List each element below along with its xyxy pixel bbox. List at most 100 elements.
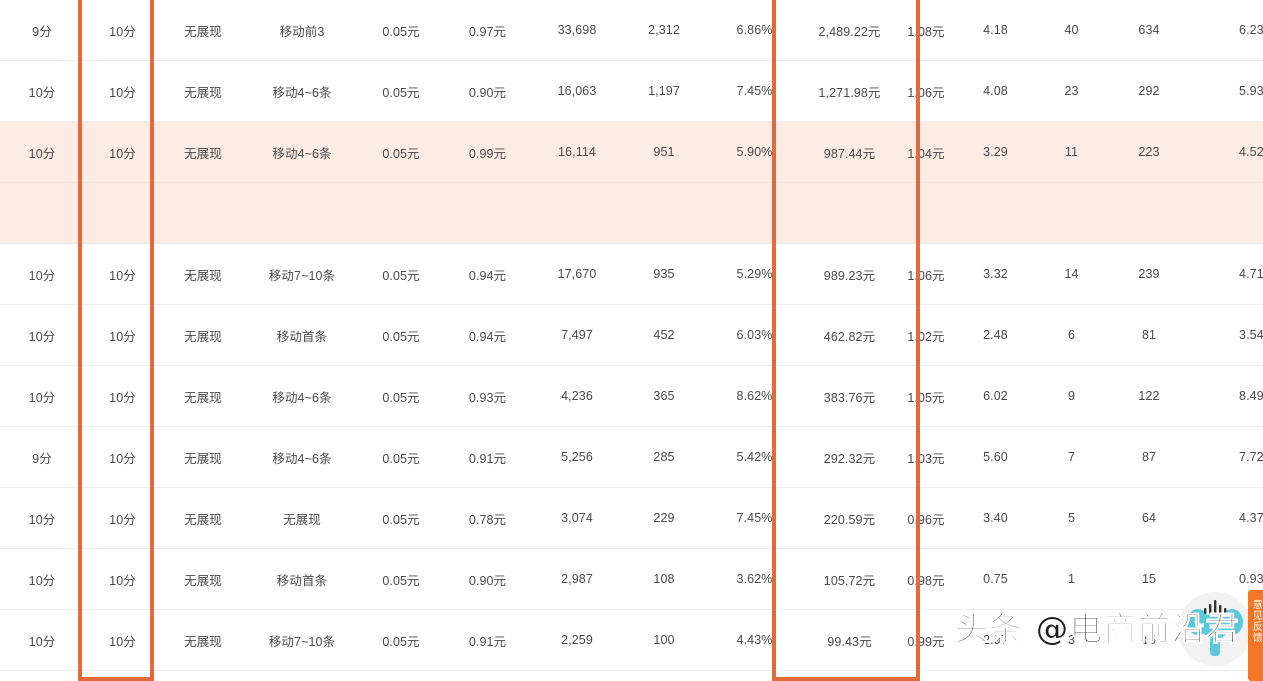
cell-avg-cpc: 1.08元 bbox=[896, 0, 956, 61]
table-row[interactable]: 10分 10分 无展现 移动首条 0.05元 0.90元 2,987 108 3… bbox=[0, 548, 1263, 610]
cell-orders: 6 bbox=[1035, 304, 1108, 366]
cell-cost: 88.77元 bbox=[803, 670, 896, 681]
cell-impressions: 16,114 bbox=[532, 121, 622, 183]
table-row[interactable]: 10分 10分 无展现 移动4~6条 0.05元 0.90元 16,063 1,… bbox=[0, 60, 1263, 122]
cell-clicks: 452 bbox=[622, 304, 706, 366]
cell-mobile-position: 移动4~6条 bbox=[245, 60, 359, 122]
cell-pc-position: 无展现 bbox=[161, 487, 245, 549]
table-row[interactable]: 10分 10分 无展现 移动前3 0.05元 0.84元 2,245 93 4.… bbox=[0, 670, 1263, 681]
cell-avg-cpc: 0.96元 bbox=[896, 487, 956, 549]
cell-bid-score: 10分 bbox=[84, 365, 161, 427]
cell-pc-bid: 0.05元 bbox=[359, 487, 443, 549]
cell-bid-score: 10分 bbox=[84, 487, 161, 549]
cell-quality-score: 10分 bbox=[0, 60, 84, 122]
cell-cpm: 0.75 bbox=[956, 548, 1035, 610]
cell-cost: 99.43元 bbox=[803, 609, 896, 671]
cell-mobile-bid: 0.97元 bbox=[443, 0, 532, 61]
cell-cost: 105.72元 bbox=[803, 548, 896, 610]
cell-bid-score: 10分 bbox=[84, 609, 161, 671]
cell-pc-bid bbox=[359, 182, 443, 244]
cell-pc-bid: 0.05元 bbox=[359, 426, 443, 488]
feedback-side-tab[interactable]: 意见反馈 bbox=[1248, 590, 1263, 681]
feedback-side-tab-label: 意见反馈 bbox=[1250, 599, 1262, 643]
table-row[interactable]: 9分 10分 无展现 移动4~6条 0.05元 0.91元 5,256 285 … bbox=[0, 426, 1263, 488]
cell-mobile-bid: 0.90元 bbox=[443, 60, 532, 122]
table-screen: 9分 10分 无展现 移动前3 0.05元 0.97元 33,698 2,312… bbox=[0, 0, 1263, 681]
cell-gmv: 122 bbox=[1108, 365, 1190, 427]
cell-ctr: 4.14% bbox=[706, 670, 803, 681]
cell-mobile-position: 移动4~6条 bbox=[245, 365, 359, 427]
cell-clicks: 229 bbox=[622, 487, 706, 549]
cell-mobile-position: 移动4~6条 bbox=[245, 426, 359, 488]
cell-clicks: 1,197 bbox=[622, 60, 706, 122]
cell-orders: 40 bbox=[1035, 0, 1108, 61]
cell-cpm: 3.40 bbox=[956, 487, 1035, 549]
cell-avg-cpc: 1.06元 bbox=[896, 243, 956, 305]
cell-gmv: 292 bbox=[1108, 60, 1190, 122]
cell-orders: 14 bbox=[1035, 243, 1108, 305]
table-row[interactable]: 10分 10分 无展现 移动4~6条 0.05元 0.93元 4,236 365… bbox=[0, 365, 1263, 427]
cell-quality-score: 10分 bbox=[0, 487, 84, 549]
cell-avg-cpc: 1.02元 bbox=[896, 304, 956, 366]
cell-ctr: 6.03% bbox=[706, 304, 803, 366]
cell-orders: 9 bbox=[1035, 365, 1108, 427]
cell-conversion-rate: 7.72% bbox=[1190, 426, 1263, 488]
cell-bid-score bbox=[84, 182, 161, 244]
cell-impressions: 17,670 bbox=[532, 243, 622, 305]
cell-clicks: 2,312 bbox=[622, 0, 706, 61]
cell-gmv: 634 bbox=[1108, 0, 1190, 61]
cell-orders: 7 bbox=[1035, 426, 1108, 488]
table-row[interactable]: 10分 10分 无展现 移动首条 0.05元 0.94元 7,497 452 6… bbox=[0, 304, 1263, 366]
cell-ctr: 5.90% bbox=[706, 121, 803, 183]
cell-clicks: 285 bbox=[622, 426, 706, 488]
cell-gmv bbox=[1108, 182, 1190, 244]
cell-mobile-position: 移动首条 bbox=[245, 548, 359, 610]
cell-mobile-position: 移动首条 bbox=[245, 304, 359, 366]
cell-impressions: 5,256 bbox=[532, 426, 622, 488]
cell-quality-score: 10分 bbox=[0, 548, 84, 610]
cell-pc-position: 无展现 bbox=[161, 426, 245, 488]
cell-pc-bid: 0.05元 bbox=[359, 365, 443, 427]
table-row[interactable]: 9分 10分 无展现 移动前3 0.05元 0.97元 33,698 2,312… bbox=[0, 0, 1263, 61]
cell-avg-cpc: 0.95元 bbox=[896, 670, 956, 681]
cell-clicks: 108 bbox=[622, 548, 706, 610]
cell-quality-score bbox=[0, 182, 84, 244]
cell-pc-position: 无展现 bbox=[161, 670, 245, 681]
table-row[interactable]: 10分 10分 无展现 移动7~10条 0.05元 0.91元 2,259 10… bbox=[0, 609, 1263, 671]
cell-pc-bid: 0.05元 bbox=[359, 670, 443, 681]
cell-conversion-rate: 5.93% bbox=[1190, 60, 1263, 122]
cell-ctr: 6.86% bbox=[706, 0, 803, 61]
cell-bid-score: 10分 bbox=[84, 548, 161, 610]
cell-mobile-bid: 0.99元 bbox=[443, 121, 532, 183]
cell-pc-position: 无展现 bbox=[161, 609, 245, 671]
cell-cost bbox=[803, 182, 896, 244]
cell-impressions: 3,074 bbox=[532, 487, 622, 549]
cell-orders: 1 bbox=[1035, 548, 1108, 610]
cell-cost: 989.23元 bbox=[803, 243, 896, 305]
table-row[interactable]: 10分 10分 无展现 移动7~10条 0.05元 0.94元 17,670 9… bbox=[0, 243, 1263, 305]
cell-clicks: 951 bbox=[622, 121, 706, 183]
cell-ctr: 7.45% bbox=[706, 60, 803, 122]
cell-mobile-position bbox=[245, 182, 359, 244]
cell-pc-bid: 0.05元 bbox=[359, 548, 443, 610]
table-row[interactable]: 10分 10分 无展现 无展现 0.05元 0.78元 3,074 229 7.… bbox=[0, 487, 1263, 549]
cell-cost: 220.59元 bbox=[803, 487, 896, 549]
cell-bid-score: 10分 bbox=[84, 60, 161, 122]
table-row-selected[interactable]: 10分 10分 无展现 移动4~6条 0.05元 0.99元 16,114 95… bbox=[0, 121, 1263, 183]
cell-impressions: 4,236 bbox=[532, 365, 622, 427]
cell-gmv: 87 bbox=[1108, 426, 1190, 488]
cell-cpm: 6.02 bbox=[956, 365, 1035, 427]
cell-cost: 462.82元 bbox=[803, 304, 896, 366]
cell-clicks: 935 bbox=[622, 243, 706, 305]
cell-avg-cpc: 1.06元 bbox=[896, 60, 956, 122]
table-row-empty[interactable] bbox=[0, 182, 1263, 244]
cell-mobile-position: 无展现 bbox=[245, 487, 359, 549]
cell-ctr: 5.29% bbox=[706, 243, 803, 305]
cell-cpm: 5.60 bbox=[956, 426, 1035, 488]
cell-orders: 5 bbox=[1035, 487, 1108, 549]
cell-cpm: 3.29 bbox=[956, 121, 1035, 183]
cell-pc-bid: 0.05元 bbox=[359, 609, 443, 671]
cell-quality-score: 9分 bbox=[0, 426, 84, 488]
cell-conversion-rate bbox=[1190, 182, 1263, 244]
cell-bid-score: 10分 bbox=[84, 243, 161, 305]
